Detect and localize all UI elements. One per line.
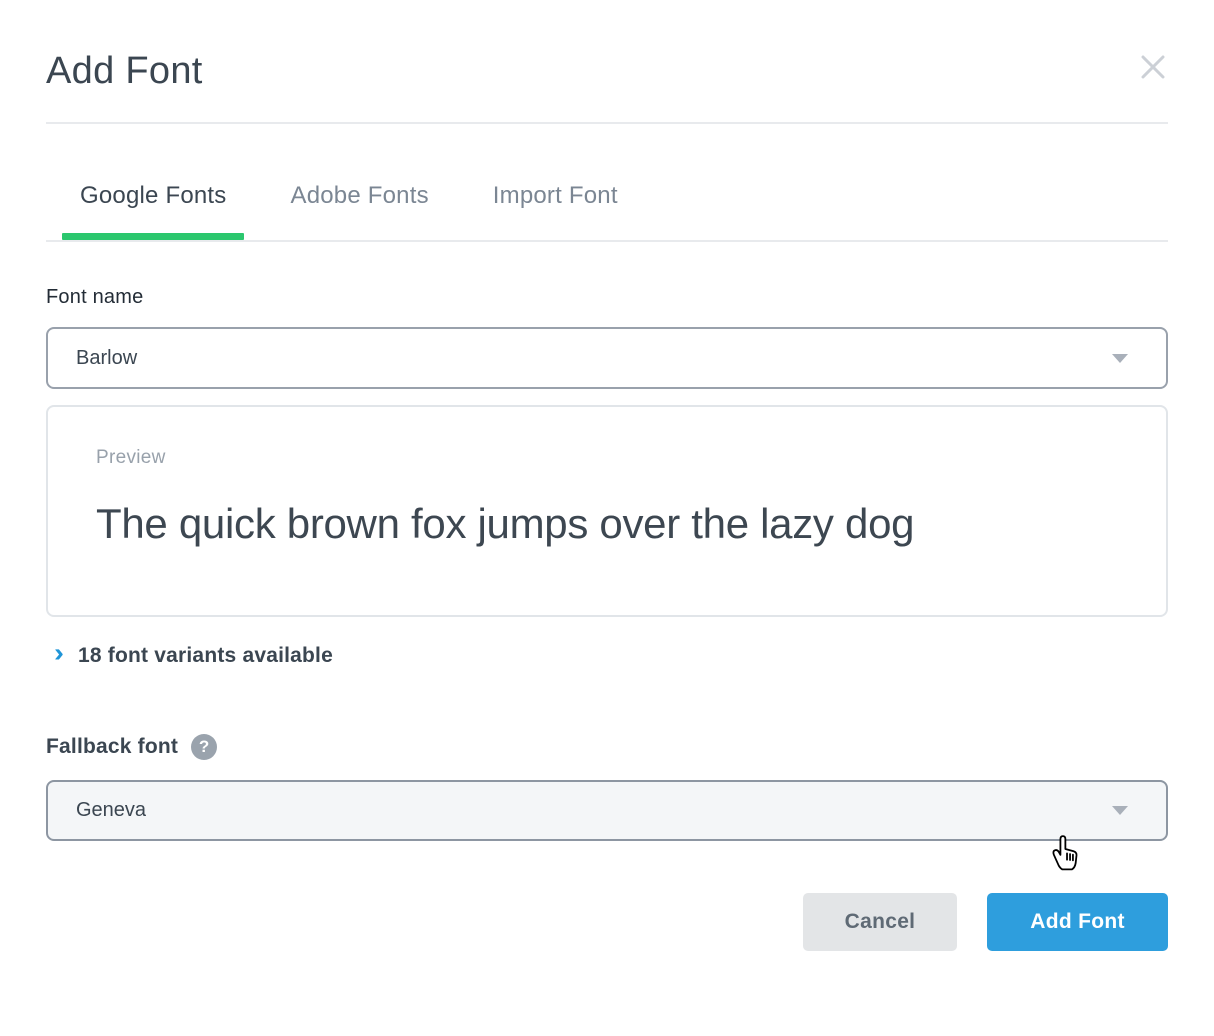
font-preview-panel: Preview The quick brown fox jumps over t…	[46, 405, 1168, 617]
tab-bar: Google Fonts Adobe Fonts Import Font	[46, 124, 1168, 242]
font-variants-expander[interactable]: › 18 font variants available	[46, 644, 1168, 668]
preview-sample-text: The quick brown fox jumps over the lazy …	[96, 500, 1118, 548]
close-icon	[1138, 52, 1168, 82]
fallback-font-label-row: Fallback font ?	[46, 734, 1168, 760]
dialog-actions: Cancel Add Font	[46, 893, 1168, 951]
dialog-header: Add Font	[46, 48, 1168, 94]
dialog-title: Add Font	[46, 48, 203, 94]
fallback-font-value: Geneva	[76, 799, 1112, 822]
add-font-dialog: Add Font Google Fonts Adobe Fonts Import…	[0, 0, 1214, 1036]
preview-label: Preview	[96, 447, 1118, 469]
fallback-font-label: Fallback font	[46, 735, 178, 759]
tab-adobe-fonts[interactable]: Adobe Fonts	[272, 182, 446, 240]
help-icon[interactable]: ?	[191, 734, 217, 760]
chevron-down-icon	[1112, 354, 1128, 363]
add-font-button[interactable]: Add Font	[987, 893, 1168, 951]
font-variants-label: 18 font variants available	[78, 644, 333, 668]
tab-google-fonts[interactable]: Google Fonts	[62, 182, 244, 240]
cancel-button[interactable]: Cancel	[803, 893, 957, 951]
fallback-font-select[interactable]: Geneva	[46, 780, 1168, 841]
tab-import-font[interactable]: Import Font	[475, 182, 636, 240]
close-button[interactable]	[1136, 50, 1170, 84]
font-name-label: Font name	[46, 286, 1168, 309]
font-name-value: Barlow	[76, 347, 1112, 370]
font-name-select[interactable]: Barlow	[46, 327, 1168, 389]
chevron-right-icon: ›	[54, 645, 64, 664]
chevron-down-icon	[1112, 806, 1128, 815]
